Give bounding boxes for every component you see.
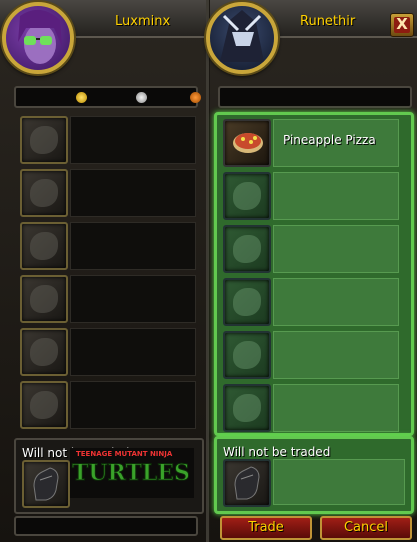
trade-button[interactable]: Trade	[220, 516, 312, 540]
empty-slot-icon[interactable]	[223, 384, 271, 432]
player-item-slot-4[interactable]	[20, 275, 200, 325]
empty-slot-icon[interactable]	[20, 275, 68, 323]
silver-coin-icon	[136, 92, 147, 103]
target-accepted-items-box: Pineapple Pizza	[214, 112, 414, 436]
empty-slot-icon[interactable]	[223, 278, 271, 326]
not-traded-slot[interactable]	[223, 459, 271, 507]
player-status-bar	[14, 516, 198, 536]
empty-slot-icon[interactable]	[20, 222, 68, 270]
close-button[interactable]: X	[390, 13, 414, 37]
item-name	[70, 222, 196, 270]
empty-slot-icon[interactable]	[223, 331, 271, 379]
logo-main-text: TURTLES	[72, 460, 191, 487]
target-item-slot-5[interactable]	[223, 331, 403, 381]
target-item-slot-3[interactable]	[223, 225, 403, 275]
glove-icon	[33, 467, 59, 501]
player-not-traded-box: Will not be traded TEENAGE MUTANT NINJA …	[14, 438, 204, 514]
item-name	[273, 278, 399, 326]
cancel-button[interactable]: Cancel	[320, 516, 412, 540]
trade-window: Luxminx Will not TEENAGE MUTANT NINJA TU…	[0, 0, 417, 542]
target-not-traded-box: Will not be traded	[214, 436, 414, 514]
target-item-slot-4[interactable]	[223, 278, 403, 328]
item-name	[70, 328, 196, 376]
target-item-slot-1[interactable]: Pineapple Pizza	[223, 119, 403, 169]
target-item-slot-6[interactable]	[223, 384, 403, 434]
pizza-icon	[233, 133, 263, 153]
item-name	[70, 381, 196, 429]
target-portrait-image	[220, 10, 264, 62]
empty-slot-icon[interactable]	[223, 172, 271, 220]
item-name	[273, 225, 399, 273]
target-money-bar	[218, 86, 412, 108]
gold-coin-icon	[76, 92, 87, 103]
player-item-slot-5[interactable]	[20, 328, 200, 378]
empty-slot-icon[interactable]	[20, 381, 68, 429]
not-traded-name-box	[273, 459, 405, 505]
item-name	[273, 384, 399, 432]
target-panel: Runethir X Pineapple Pizza Will not be t…	[206, 0, 417, 542]
target-portrait[interactable]	[206, 2, 278, 74]
item-name: Pineapple Pizza	[283, 133, 376, 147]
not-traded-label: Will not be traded	[223, 445, 331, 459]
empty-slot-icon[interactable]	[20, 328, 68, 376]
target-item-slot-2[interactable]	[223, 172, 403, 222]
item-icon[interactable]	[223, 119, 271, 167]
empty-slot-icon[interactable]	[20, 169, 68, 217]
player-portrait-image	[18, 9, 62, 64]
player-item-slot-6[interactable]	[20, 381, 200, 431]
item-name	[273, 331, 399, 379]
close-icon: X	[396, 15, 408, 33]
player-portrait[interactable]	[2, 2, 74, 74]
copper-coin-icon	[190, 92, 201, 103]
item-name	[70, 116, 196, 164]
player-item-slot-2[interactable]	[20, 169, 200, 219]
logo-top-text: TEENAGE MUTANT NINJA	[76, 450, 173, 458]
target-name: Runethir	[300, 14, 356, 29]
glove-icon	[234, 466, 260, 500]
player-money-bar[interactable]	[14, 86, 201, 108]
item-name	[273, 172, 399, 220]
player-panel: Luxminx Will not TEENAGE MUTANT NINJA TU…	[0, 0, 209, 542]
item-name	[70, 169, 196, 217]
not-traded-slot[interactable]	[22, 460, 70, 508]
tmnt-logo: TEENAGE MUTANT NINJA TURTLES	[70, 448, 194, 498]
empty-slot-icon[interactable]	[20, 116, 68, 164]
item-name	[70, 275, 196, 323]
empty-slot-icon[interactable]	[223, 225, 271, 273]
player-item-slot-3[interactable]	[20, 222, 200, 272]
player-item-slot-1[interactable]	[20, 116, 200, 166]
player-name: Luxminx	[115, 14, 171, 29]
